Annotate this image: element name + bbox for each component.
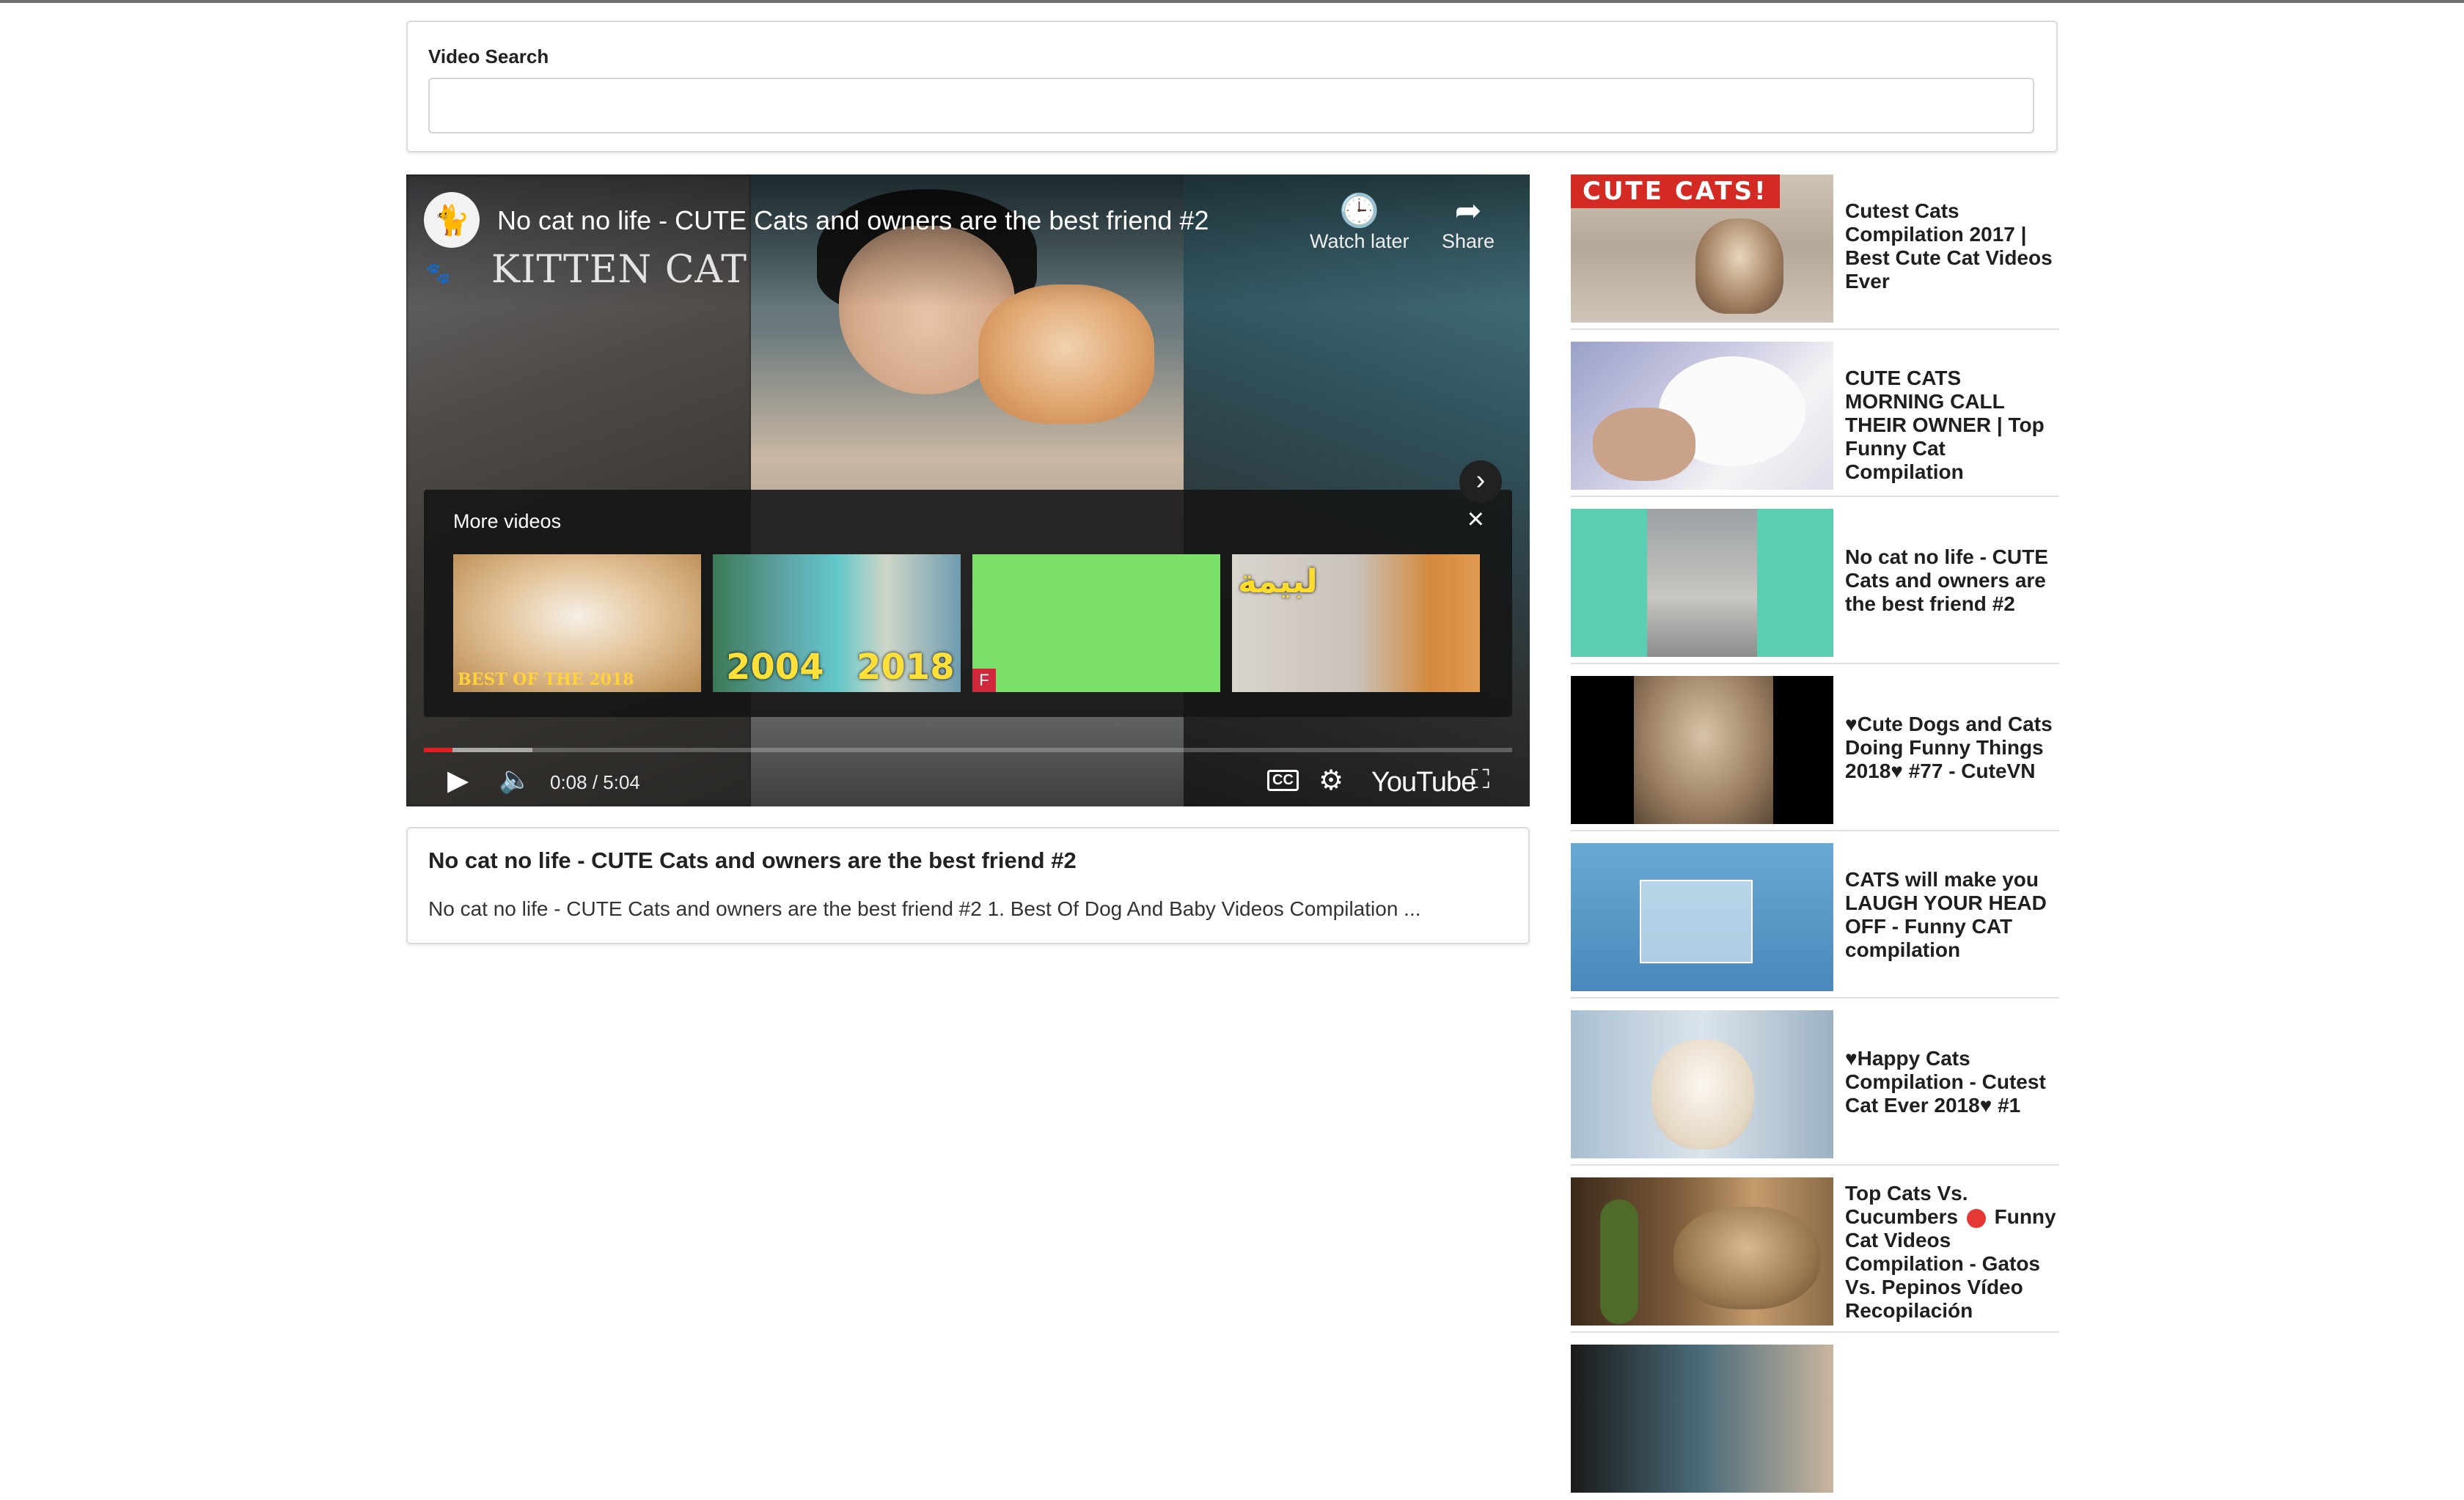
gear-icon[interactable]: ⚙ <box>1319 764 1343 797</box>
thumb-caption: 2004 <box>726 647 824 688</box>
thumb-caption: لبيمة <box>1238 563 1318 600</box>
watch-later-label: Watch later <box>1310 230 1409 252</box>
search-label: Video Search <box>428 45 549 67</box>
more-video-thumb[interactable]: لبيمة <box>1232 554 1480 692</box>
related-video-title[interactable]: Top Cats Vs. Cucumbers Funny Cat Videos … <box>1845 1182 2058 1323</box>
share-button[interactable]: ➦ Share <box>1442 192 1495 253</box>
related-video-title[interactable]: Cutest Cats Compilation 2017 | Best Cute… <box>1845 199 2058 293</box>
thumb-caption: 2018 <box>857 647 955 688</box>
more-video-thumb[interactable]: 2004 2018 <box>713 554 961 692</box>
video-title[interactable]: No cat no life - CUTE Cats and owners ar… <box>497 205 1209 236</box>
related-video-thumb[interactable] <box>1571 1010 1833 1158</box>
more-video-thumb[interactable]: F <box>972 554 1220 692</box>
video-player[interactable]: 🐈 🐾 KITTEN CAT No cat no life - CUTE Cat… <box>406 174 1530 806</box>
more-videos-title: More videos <box>453 510 562 532</box>
clock-icon: 🕒 <box>1339 193 1380 229</box>
related-video-thumb[interactable]: CUTE CATS! <box>1571 174 1833 323</box>
related-video-thumb[interactable] <box>1571 676 1833 824</box>
share-label: Share <box>1442 230 1495 252</box>
watch-later-button[interactable]: 🕒 Watch later <box>1310 192 1409 253</box>
related-video-item[interactable]: Top Cats Vs. Cucumbers Funny Cat Videos … <box>1571 1177 2059 1333</box>
related-video-thumb[interactable] <box>1571 509 1833 657</box>
related-video-thumb[interactable] <box>1571 342 1833 490</box>
thumb-caption: BEST OF THE 2018 <box>458 670 634 689</box>
related-video-thumb[interactable] <box>1571 1345 1833 1493</box>
thumb-banner: CUTE CATS! <box>1571 174 1780 208</box>
volume-icon[interactable]: 🔈 <box>499 764 532 795</box>
related-video-item[interactable] <box>1571 1345 2059 1500</box>
red-circle-icon <box>1966 1208 1986 1228</box>
related-video-item[interactable]: ♥Cute Dogs and Cats Doing Funny Things 2… <box>1571 676 2059 831</box>
related-video-thumb[interactable] <box>1571 1177 1833 1326</box>
play-icon[interactable]: ▶ <box>447 764 469 797</box>
player-controls: ▶ 🔈 0:08 / 5:04 CC ⚙ YouTube ⛶ <box>406 761 1530 805</box>
related-video-item[interactable]: No cat no life - CUTE Cats and owners ar… <box>1571 509 2059 664</box>
related-video-title[interactable]: CATS will make you LAUGH YOUR HEAD OFF -… <box>1845 868 2058 962</box>
channel-badge: F <box>972 669 996 692</box>
youtube-logo[interactable]: YouTube <box>1371 767 1476 798</box>
progress-bar[interactable] <box>424 748 1512 752</box>
next-arrow-icon[interactable]: › <box>1459 460 1502 503</box>
related-video-title-part: Top Cats Vs. Cucumbers <box>1845 1182 1968 1228</box>
related-video-item[interactable]: CATS will make you LAUGH YOUR HEAD OFF -… <box>1571 843 2059 999</box>
description-card: No cat no life - CUTE Cats and owners ar… <box>406 827 1530 944</box>
captions-icon[interactable]: CC <box>1267 770 1299 791</box>
related-video-item[interactable]: CUTE CATS MORNING CALL THEIR OWNER | Top… <box>1571 342 2059 497</box>
related-video-title[interactable]: ♥Happy Cats Compilation - Cutest Cat Eve… <box>1845 1047 2058 1117</box>
description-title: No cat no life - CUTE Cats and owners ar… <box>428 848 1077 873</box>
fullscreen-icon[interactable]: ⛶ <box>1471 764 1489 795</box>
search-card: Video Search <box>406 21 2058 152</box>
related-video-title[interactable]: No cat no life - CUTE Cats and owners ar… <box>1845 545 2058 616</box>
more-videos-panel: More videos × BEST OF THE 2018 2004 2018… <box>424 490 1512 717</box>
progress-played <box>424 748 452 752</box>
more-video-thumb[interactable]: BEST OF THE 2018 <box>453 554 701 692</box>
description-text: No cat no life - CUTE Cats and owners ar… <box>428 897 1421 920</box>
share-arrow-icon: ➦ <box>1454 193 1482 229</box>
close-icon[interactable]: × <box>1467 503 1484 536</box>
related-video-title[interactable]: CUTE CATS MORNING CALL THEIR OWNER | Top… <box>1845 367 2058 484</box>
channel-watermark: KITTEN CAT <box>491 248 747 292</box>
channel-avatar[interactable]: 🐈 <box>424 192 480 248</box>
related-video-item[interactable]: ♥Happy Cats Compilation - Cutest Cat Eve… <box>1571 1010 2059 1166</box>
related-video-title[interactable]: ♥Cute Dogs and Cats Doing Funny Things 2… <box>1845 713 2058 783</box>
time-display: 0:08 / 5:04 <box>550 771 640 793</box>
paw-icon: 🐾 <box>425 262 451 284</box>
search-input[interactable] <box>428 78 2034 133</box>
related-video-item[interactable]: CUTE CATS! Cutest Cats Compilation 2017 … <box>1571 174 2059 330</box>
related-video-thumb[interactable] <box>1571 843 1833 991</box>
